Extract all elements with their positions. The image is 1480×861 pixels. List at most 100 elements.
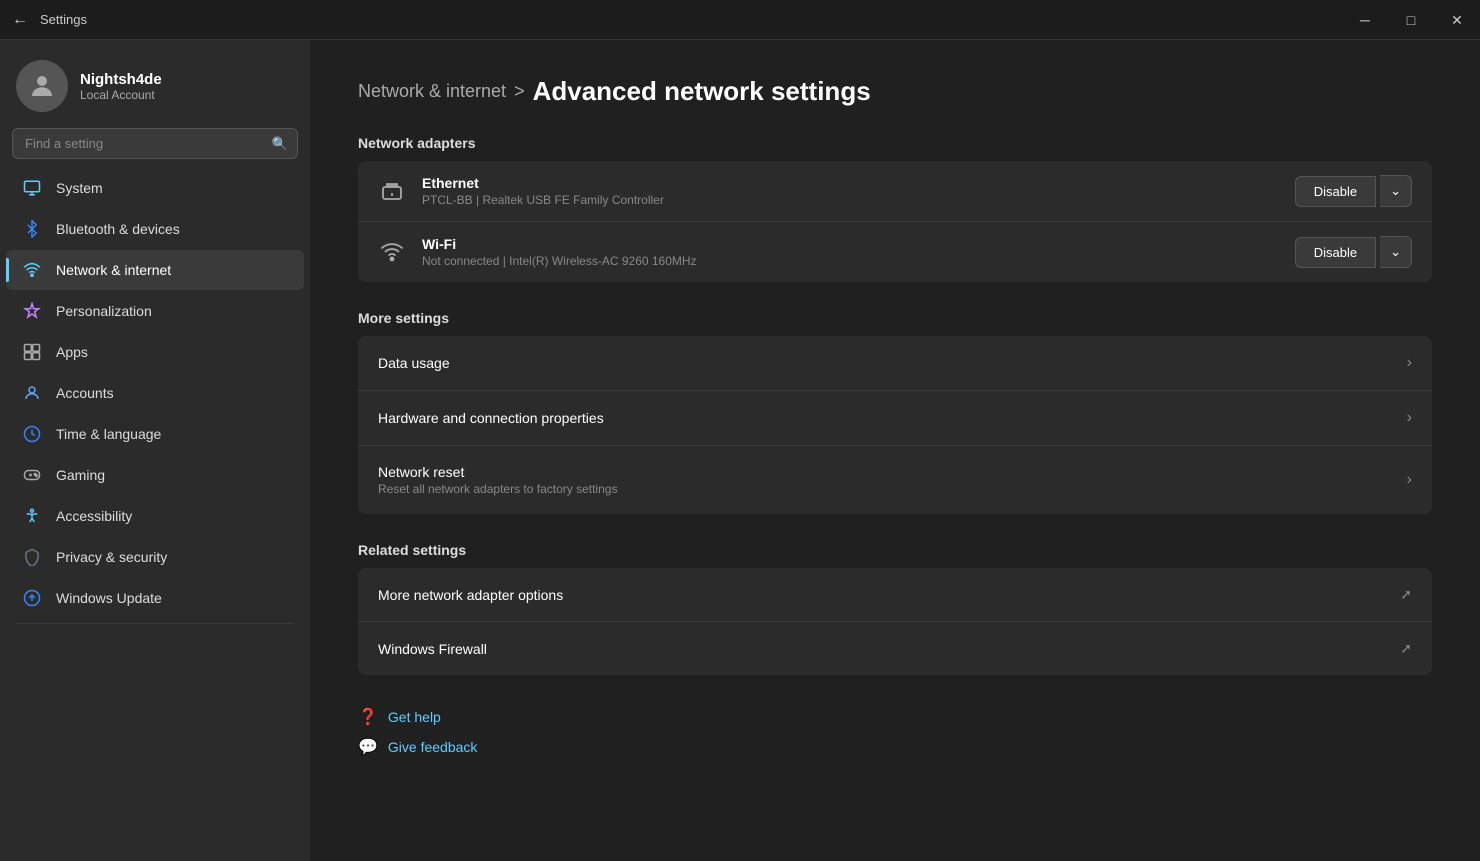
adapter-name-1: Wi-Fi [422, 236, 1279, 252]
sidebar-item-windows-update[interactable]: Windows Update [6, 578, 304, 618]
chevron-button-1[interactable]: ⌄ [1380, 236, 1412, 268]
accessibility-icon [22, 506, 42, 526]
titlebar: ← Settings ─ □ ✕ [0, 0, 1480, 40]
adapter-actions-1: Disable ⌄ [1295, 236, 1412, 268]
search-input[interactable] [12, 128, 298, 159]
sidebar-item-bluetooth[interactable]: Bluetooth & devices [6, 209, 304, 249]
back-button[interactable]: ← [12, 11, 28, 29]
adapter-info-1: Wi-Fi Not connected | Intel(R) Wireless-… [422, 236, 1279, 268]
sidebar-item-gaming[interactable]: Gaming [6, 455, 304, 495]
window-controls: ─ □ ✕ [1342, 0, 1480, 40]
avatar [16, 60, 68, 112]
nav-list: System Bluetooth & devices Network & int… [0, 167, 310, 619]
sidebar-item-label-privacy: Privacy & security [56, 549, 167, 565]
sidebar-item-apps[interactable]: Apps [6, 332, 304, 372]
breadcrumb: Network & internet > Advanced network se… [358, 76, 1432, 107]
adapter-name-0: Ethernet [422, 175, 1279, 191]
sidebar-item-personalization[interactable]: Personalization [6, 291, 304, 331]
more-settings-header: More settings [358, 310, 1432, 326]
gaming-icon [22, 465, 42, 485]
time-icon [22, 424, 42, 444]
sidebar-item-privacy[interactable]: Privacy & security [6, 537, 304, 577]
sidebar-item-label-gaming: Gaming [56, 467, 105, 483]
related-setting-title-0: More network adapter options [378, 587, 1400, 603]
network-adapters-header: Network adapters [358, 135, 1432, 151]
external-link-icon-0: ➚ [1400, 586, 1412, 603]
more-setting-title-0: Data usage [378, 355, 1407, 371]
sidebar-item-label-personalization: Personalization [56, 303, 152, 319]
sidebar-item-network[interactable]: Network & internet [6, 250, 304, 290]
bottom-link-label-1: Give feedback [388, 739, 478, 755]
bottom-links: ❓ Get help 💬 Give feedback [358, 707, 1432, 757]
breadcrumb-parent[interactable]: Network & internet [358, 81, 506, 102]
adapter-row-ethernet: Ethernet PTCL-BB | Realtek USB FE Family… [358, 161, 1432, 222]
sidebar-item-time[interactable]: Time & language [6, 414, 304, 454]
sidebar-divider [16, 623, 294, 624]
more-setting-arrow-1: › [1407, 409, 1412, 427]
sidebar-item-accessibility[interactable]: Accessibility [6, 496, 304, 536]
accounts-icon [22, 383, 42, 403]
bottom-link-icon-0: ❓ [358, 707, 378, 727]
more-setting-content-1: Hardware and connection properties [378, 410, 1407, 426]
sidebar-item-label-network: Network & internet [56, 262, 171, 278]
more-setting-title-2: Network reset [378, 464, 1407, 480]
privacy-icon [22, 547, 42, 567]
user-info: Nightsh4de Local Account [80, 71, 162, 102]
sidebar-item-accounts[interactable]: Accounts [6, 373, 304, 413]
sidebar-item-label-accounts: Accounts [56, 385, 114, 401]
bottom-link-0[interactable]: ❓ Get help [358, 707, 1432, 727]
windows-update-icon [22, 588, 42, 608]
user-profile[interactable]: Nightsh4de Local Account [0, 40, 310, 128]
sidebar-item-label-accessibility: Accessibility [56, 508, 132, 524]
main-content: Network & internet > Advanced network se… [310, 40, 1480, 861]
adapter-info-0: Ethernet PTCL-BB | Realtek USB FE Family… [422, 175, 1279, 207]
network-icon [22, 260, 42, 280]
more-setting-row-1[interactable]: Hardware and connection properties › [358, 391, 1432, 446]
network-adapters-card: Ethernet PTCL-BB | Realtek USB FE Family… [358, 161, 1432, 282]
adapter-desc-1: Not connected | Intel(R) Wireless-AC 926… [422, 254, 1279, 268]
sidebar-item-label-apps: Apps [56, 344, 88, 360]
app-container: Nightsh4de Local Account 🔍 System Blueto… [0, 40, 1480, 861]
wifi-icon [378, 238, 406, 266]
related-setting-row-0[interactable]: More network adapter options ➚ [358, 568, 1432, 622]
user-account-type: Local Account [80, 88, 162, 102]
user-name: Nightsh4de [80, 71, 162, 88]
related-settings-card: More network adapter options ➚ Windows F… [358, 568, 1432, 675]
more-settings-card: Data usage › Hardware and connection pro… [358, 336, 1432, 514]
sidebar: Nightsh4de Local Account 🔍 System Blueto… [0, 40, 310, 861]
more-setting-arrow-0: › [1407, 354, 1412, 372]
bottom-link-label-0: Get help [388, 709, 441, 725]
more-setting-content-2: Network reset Reset all network adapters… [378, 464, 1407, 496]
adapter-actions-0: Disable ⌄ [1295, 175, 1412, 207]
disable-button-1[interactable]: Disable [1295, 237, 1376, 268]
breadcrumb-separator: > [514, 81, 525, 102]
related-setting-content-1: Windows Firewall [378, 641, 1400, 657]
system-icon [22, 178, 42, 198]
related-setting-title-1: Windows Firewall [378, 641, 1400, 657]
window-title: Settings [40, 12, 87, 27]
apps-icon [22, 342, 42, 362]
search-icon: 🔍 [272, 136, 288, 152]
more-setting-arrow-2: › [1407, 471, 1412, 489]
related-settings-header: Related settings [358, 542, 1432, 558]
chevron-button-0[interactable]: ⌄ [1380, 175, 1412, 207]
more-setting-row-2[interactable]: Network reset Reset all network adapters… [358, 446, 1432, 514]
close-button[interactable]: ✕ [1434, 0, 1480, 40]
bottom-link-1[interactable]: 💬 Give feedback [358, 737, 1432, 757]
more-setting-subtitle-2: Reset all network adapters to factory se… [378, 482, 1407, 496]
maximize-button[interactable]: □ [1388, 0, 1434, 40]
search-box: 🔍 [12, 128, 298, 159]
breadcrumb-current: Advanced network settings [533, 76, 871, 107]
personalization-icon [22, 301, 42, 321]
more-setting-row-0[interactable]: Data usage › [358, 336, 1432, 391]
minimize-button[interactable]: ─ [1342, 0, 1388, 40]
ethernet-icon [378, 177, 406, 205]
adapter-row-wi-fi: Wi-Fi Not connected | Intel(R) Wireless-… [358, 222, 1432, 282]
sidebar-item-label-system: System [56, 180, 103, 196]
related-setting-row-1[interactable]: Windows Firewall ➚ [358, 622, 1432, 675]
related-setting-content-0: More network adapter options [378, 587, 1400, 603]
sidebar-item-system[interactable]: System [6, 168, 304, 208]
disable-button-0[interactable]: Disable [1295, 176, 1376, 207]
external-link-icon-1: ➚ [1400, 640, 1412, 657]
more-setting-content-0: Data usage [378, 355, 1407, 371]
